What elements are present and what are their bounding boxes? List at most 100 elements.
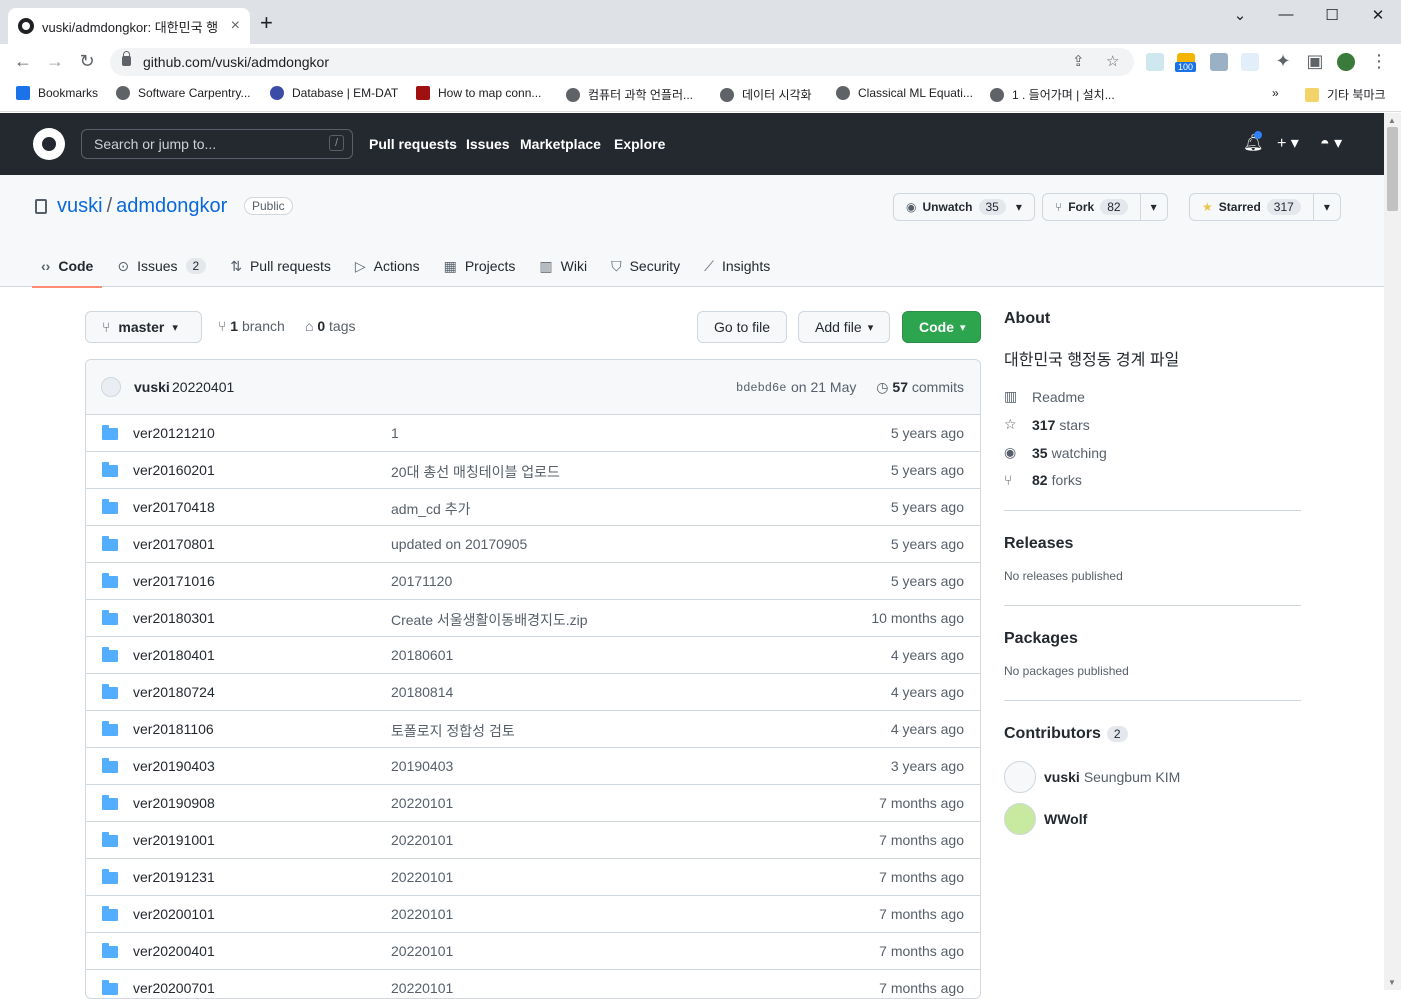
nav-explore[interactable]: Explore: [614, 136, 665, 152]
file-name-link[interactable]: ver20180724: [133, 684, 215, 700]
file-commit-message[interactable]: 1: [391, 425, 399, 441]
tab-code[interactable]: ‹› Code: [32, 245, 103, 288]
packages-heading[interactable]: Packages: [1004, 630, 1301, 648]
bookmark-star-icon[interactable]: ☆: [1106, 52, 1119, 70]
go-to-file-button[interactable]: Go to file: [697, 311, 788, 343]
file-name-link[interactable]: ver20190908: [133, 795, 215, 811]
table-row[interactable]: ver20191231 20220101 7 months ago: [86, 859, 980, 896]
table-row[interactable]: ver20190403 20190403 3 years ago: [86, 748, 980, 785]
file-commit-message[interactable]: 20171120: [391, 573, 452, 589]
github-logo-icon[interactable]: [33, 128, 65, 160]
scroll-thumb[interactable]: [1387, 127, 1398, 211]
star-dropdown[interactable]: ▾: [1312, 194, 1340, 220]
file-commit-message[interactable]: updated on 20170905: [391, 536, 527, 552]
table-row[interactable]: ver20121210 1 5 years ago: [86, 415, 980, 452]
commit-message-link[interactable]: 20220401: [172, 379, 234, 395]
minimize-button[interactable]: —: [1276, 6, 1296, 23]
file-name-link[interactable]: ver20200401: [133, 943, 215, 959]
new-tab-button[interactable]: +: [260, 12, 273, 34]
contributor-item[interactable]: WWolf: [1004, 803, 1301, 835]
search-input[interactable]: Search or jump to... /: [81, 129, 353, 159]
table-row[interactable]: ver20170418 adm_cd 추가 5 years ago: [86, 489, 980, 526]
watching-link[interactable]: ◉ 35 watching: [1004, 444, 1301, 461]
file-commit-message[interactable]: 20220101: [391, 869, 453, 885]
tags-link[interactable]: ⌂ 0 tags: [305, 318, 356, 334]
fork-button[interactable]: ⑂ Fork 82 ▾: [1042, 193, 1168, 221]
commit-author-link[interactable]: vuski: [134, 379, 170, 395]
commits-link[interactable]: ◷ 57 commits: [876, 379, 964, 396]
bookmark-item[interactable]: Software Carpentry...: [116, 86, 251, 100]
tab-close-icon[interactable]: ×: [231, 17, 240, 35]
bookmark-item[interactable]: Bookmarks: [16, 86, 98, 100]
nav-pull-requests[interactable]: Pull requests: [369, 136, 457, 152]
bookmark-item[interactable]: Classical ML Equati...: [836, 86, 973, 100]
commit-sha-link[interactable]: bdebd6e: [736, 381, 786, 395]
address-bar[interactable]: github.com/vuski/admdongkor ⇪ ☆: [110, 48, 1134, 76]
fork-dropdown[interactable]: ▾: [1139, 194, 1167, 220]
bookmark-item[interactable]: 데이터 시각화: [720, 86, 812, 103]
table-row[interactable]: ver20180301 Create 서울생활이동배경지도.zip 10 month…: [86, 600, 980, 637]
forward-arrow-icon[interactable]: →: [44, 51, 66, 71]
file-commit-message[interactable]: 20대 총선 매칭테이블 업로드: [391, 462, 560, 482]
tab-insights[interactable]: ⟋ Insights: [695, 245, 779, 287]
share-icon[interactable]: ⇪: [1072, 52, 1085, 70]
translate-extension-icon[interactable]: [1241, 53, 1259, 71]
table-row[interactable]: ver20170801 updated on 20170905 5 years ag…: [86, 526, 980, 563]
contributor-item[interactable]: vuski Seungbum KIM: [1004, 761, 1301, 793]
file-name-link[interactable]: ver20200701: [133, 980, 215, 996]
repo-owner-link[interactable]: vuski: [57, 195, 103, 217]
file-commit-message[interactable]: 20220101: [391, 943, 453, 959]
avatar[interactable]: [101, 377, 121, 397]
table-row[interactable]: ver20191001 20220101 7 months ago: [86, 822, 980, 859]
file-name-link[interactable]: ver20191231: [133, 869, 215, 885]
table-row[interactable]: ver20180401 20180601 4 years ago: [86, 637, 980, 674]
file-name-link[interactable]: ver20171016: [133, 573, 215, 589]
tab-actions[interactable]: ▷ Actions: [346, 245, 429, 287]
chrome-menu-icon[interactable]: ⋮: [1368, 51, 1390, 71]
tab-search-icon[interactable]: ⌄: [1230, 6, 1250, 24]
file-name-link[interactable]: ver20190403: [133, 758, 215, 774]
table-row[interactable]: ver20200101 20220101 7 months ago: [86, 896, 980, 933]
user-avatar-icon[interactable]: ◓ ▾: [1320, 133, 1342, 153]
branches-link[interactable]: ⑂ 1 branch: [218, 318, 285, 334]
table-row[interactable]: ver20200701 20220101 7 months ago: [86, 970, 980, 998]
file-commit-message[interactable]: 20220101: [391, 832, 453, 848]
other-bookmarks[interactable]: 기타 북마크: [1305, 86, 1386, 103]
side-panel-icon[interactable]: ▣: [1304, 51, 1326, 71]
file-name-link[interactable]: ver20180401: [133, 647, 215, 663]
file-commit-message[interactable]: Create 서울생활이동배경지도.zip: [391, 610, 588, 630]
create-new-icon[interactable]: + ▾: [1277, 133, 1299, 153]
tab-issues[interactable]: ⊙ Issues 2: [108, 245, 215, 287]
branch-select[interactable]: ⑂ master ▾: [85, 311, 202, 343]
table-row[interactable]: ver20171016 20171120 5 years ago: [86, 563, 980, 600]
table-row[interactable]: ver20200401 20220101 7 months ago: [86, 933, 980, 970]
scroll-up-icon[interactable]: ▲: [1388, 116, 1396, 125]
browser-tab[interactable]: vuski/admdongkor: 대한민국 행 ×: [8, 8, 250, 44]
table-row[interactable]: ver20160201 20대 총선 매칭테이블 업로드 5 years ago: [86, 452, 980, 489]
page-scrollbar[interactable]: ▲ ▼: [1384, 113, 1401, 990]
nav-issues[interactable]: Issues: [466, 136, 510, 152]
releases-heading[interactable]: Releases: [1004, 535, 1301, 553]
bookmark-item[interactable]: How to map conn...: [416, 86, 541, 100]
repo-name-link[interactable]: admdongkor: [116, 195, 227, 217]
file-name-link[interactable]: ver20170801: [133, 536, 215, 552]
reload-icon[interactable]: ↻: [76, 51, 98, 71]
close-window-button[interactable]: ✕: [1368, 6, 1388, 24]
profile-avatar[interactable]: [1337, 53, 1355, 71]
file-name-link[interactable]: ver20200101: [133, 906, 215, 922]
table-row[interactable]: ver20180724 20180814 4 years ago: [86, 674, 980, 711]
star-button[interactable]: ★ Starred 317 ▾: [1189, 193, 1341, 221]
file-commit-message[interactable]: 토폴로지 정합성 검토: [391, 721, 515, 741]
file-name-link[interactable]: ver20160201: [133, 462, 215, 478]
nav-marketplace[interactable]: Marketplace: [520, 136, 601, 152]
file-name-link[interactable]: ver20180301: [133, 610, 215, 626]
bookmark-item[interactable]: Database | EM-DAT: [270, 86, 398, 100]
code-button[interactable]: Code ▾: [902, 311, 981, 343]
puzzle-extensions-icon[interactable]: ✦: [1272, 51, 1294, 71]
file-commit-message[interactable]: 20220101: [391, 795, 453, 811]
file-name-link[interactable]: ver20170418: [133, 499, 215, 515]
file-commit-message[interactable]: adm_cd 추가: [391, 499, 470, 519]
tab-pull-requests[interactable]: ⇅ Pull requests: [221, 245, 340, 287]
add-file-button[interactable]: Add file ▾: [798, 311, 891, 343]
file-name-link[interactable]: ver20121210: [133, 425, 215, 441]
